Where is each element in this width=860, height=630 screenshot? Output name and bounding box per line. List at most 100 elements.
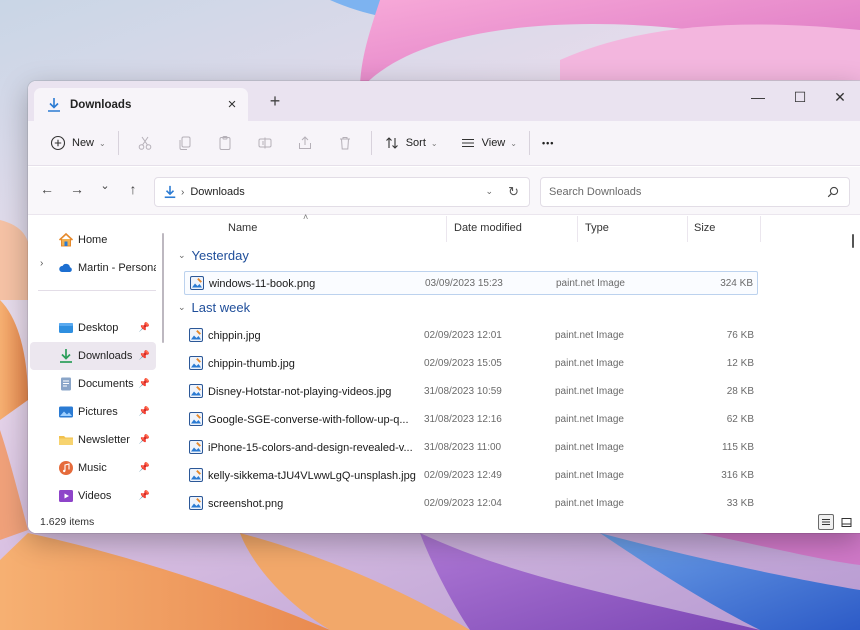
paintnet-image-icon — [189, 356, 203, 370]
chevron-down-icon: ⌄ — [510, 138, 517, 148]
column-divider[interactable] — [577, 216, 578, 242]
table-row[interactable]: Disney-Hotstar-not-playing-videos.jpg 31/… — [184, 380, 758, 404]
more-options-button[interactable]: ••• — [536, 128, 560, 158]
file-name: chippin.jpg — [208, 330, 261, 342]
paintnet-image-icon — [189, 328, 203, 342]
column-header-type[interactable]: Type — [585, 222, 609, 234]
sidebar-item-videos[interactable]: Videos 📌 — [30, 482, 156, 510]
maximize-button[interactable]: ☐ — [780, 85, 820, 109]
sidebar-item-desktop[interactable]: Desktop 📌 — [30, 314, 156, 342]
table-row[interactable]: chippin.jpg 02/09/2023 12:01 paint.net Ima… — [184, 324, 758, 348]
file-type: paint.net Image — [555, 386, 624, 397]
table-row[interactable]: kelly-sikkema-tJU4VLwwLgQ-unsplash.jpg 02… — [184, 464, 758, 488]
file-date-modified: 02/09/2023 12:01 — [424, 330, 502, 341]
plus-circle-icon — [50, 135, 66, 151]
tab-close-button[interactable]: × — [220, 96, 244, 113]
sort-button[interactable]: Sort ⌄ — [378, 128, 444, 158]
new-button[interactable]: New ⌄ — [44, 128, 112, 158]
sidebar-scrollbar[interactable] — [162, 233, 164, 343]
file-type: paint.net Image — [555, 470, 624, 481]
search-input[interactable] — [549, 186, 809, 198]
toolbar-divider — [370, 131, 372, 155]
group-header-last-week[interactable]: ⌄ Last week — [178, 300, 250, 315]
tab-downloads[interactable]: Downloads × — [34, 88, 248, 121]
forward-button[interactable]: → — [66, 181, 88, 197]
sidebar-item-label: Music — [78, 462, 107, 474]
chevron-down-icon: ⌄ — [99, 138, 106, 148]
search-icon — [827, 186, 839, 198]
pin-icon: 📌 — [138, 350, 150, 360]
details-view-button[interactable] — [818, 514, 834, 530]
file-name: iPhone-15-colors-and-design-revealed-v..… — [208, 442, 413, 454]
paintnet-image-icon — [189, 384, 203, 398]
new-tab-button[interactable]: + — [264, 91, 286, 112]
table-row[interactable]: Google-SGE-converse-with-follow-up-q... 3… — [184, 408, 758, 432]
copy-button[interactable] — [165, 128, 205, 158]
sidebar-item-home[interactable]: Home — [30, 226, 156, 254]
search-box[interactable] — [540, 177, 850, 207]
sidebar-item-label: Downloads — [78, 350, 133, 362]
address-row: ← → ⌄ ↑ › Downloads ⌄ ↻ — [28, 167, 860, 215]
close-window-button[interactable]: ✕ — [820, 85, 860, 109]
home-icon — [58, 232, 74, 247]
sort-ascending-icon: ˄ — [303, 212, 309, 222]
sidebar-item-newsletter[interactable]: Newsletter 📌 — [30, 426, 156, 454]
view-button[interactable]: View ⌄ — [454, 128, 523, 158]
share-icon — [298, 136, 311, 149]
file-list-scrollbar[interactable] — [852, 234, 854, 248]
sort-icon — [385, 137, 398, 149]
file-explorer-window: Downloads × + — ☐ ✕ New ⌄ Sort ⌄ View ⌄ … — [28, 81, 860, 533]
table-row[interactable]: iPhone-15-colors-and-design-revealed-v..… — [184, 436, 758, 460]
paintnet-image-icon — [189, 468, 203, 482]
group-label: Yesterday — [191, 248, 249, 263]
address-bar[interactable]: › Downloads ⌄ ↻ — [154, 177, 530, 207]
sidebar-item-music[interactable]: Music 📌 — [30, 454, 156, 482]
pictures-icon — [59, 406, 73, 418]
group-header-yesterday[interactable]: ⌄ Yesterday — [178, 248, 249, 263]
column-header-size[interactable]: Size — [694, 222, 715, 234]
refresh-button[interactable]: ↻ — [508, 184, 519, 200]
sidebar-item-documents[interactable]: Documents 📌 — [30, 370, 156, 398]
file-type: paint.net Image — [555, 330, 624, 341]
file-date-modified: 03/09/2023 15:23 — [425, 278, 503, 289]
tiles-view-button[interactable] — [838, 514, 854, 530]
toolbar-divider — [528, 131, 530, 155]
file-size: 12 KB — [726, 358, 754, 369]
delete-button[interactable] — [325, 128, 365, 158]
details-view-icon — [822, 519, 830, 525]
sidebar-item-onedrive[interactable]: Martin - Personal — [30, 254, 156, 282]
sidebar-item-pictures[interactable]: Pictures 📌 — [30, 398, 156, 426]
pin-icon: 📌 — [138, 462, 150, 472]
download-icon — [60, 349, 72, 363]
file-date-modified: 02/09/2023 12:04 — [424, 498, 502, 509]
breadcrumb-downloads[interactable]: Downloads — [190, 186, 244, 198]
navigation-pane: Home › Martin - Personal Desktop 📌 Downl… — [28, 216, 164, 514]
up-button[interactable]: ↑ — [122, 181, 144, 197]
back-button[interactable]: ← — [36, 181, 58, 197]
column-header-date[interactable]: Date modified — [454, 222, 522, 234]
sidebar-item-label: Pictures — [78, 406, 118, 418]
column-divider[interactable] — [760, 216, 761, 242]
chevron-down-icon: ⌄ — [430, 138, 438, 148]
sidebar-item-downloads[interactable]: Downloads 📌 — [30, 342, 156, 370]
sidebar-item-label: Documents — [78, 378, 134, 390]
table-row[interactable]: screenshot.png 02/09/2023 12:04 paint.net … — [184, 492, 758, 516]
table-row[interactable]: windows-11-book.png 03/09/2023 15:23 paint… — [184, 271, 758, 295]
share-button[interactable] — [285, 128, 325, 158]
column-divider[interactable] — [446, 216, 447, 242]
cut-button[interactable] — [125, 128, 165, 158]
recent-locations-button[interactable]: ⌄ — [94, 179, 116, 192]
file-size: 62 KB — [726, 414, 754, 425]
file-date-modified: 02/09/2023 12:49 — [424, 470, 502, 481]
minimize-button[interactable]: — — [738, 85, 778, 109]
address-history-dropdown[interactable]: ⌄ — [485, 186, 493, 197]
paste-button[interactable] — [205, 128, 245, 158]
table-row[interactable]: chippin-thumb.jpg 02/09/2023 15:05 paint.n… — [184, 352, 758, 376]
view-button-label: View — [481, 137, 506, 149]
column-header-name[interactable]: Name — [228, 222, 257, 234]
column-divider[interactable] — [687, 216, 688, 242]
view-list-icon — [461, 138, 474, 148]
file-name: Disney-Hotstar-not-playing-videos.jpg — [208, 386, 392, 398]
rename-button[interactable] — [245, 128, 285, 158]
desktop-icon — [59, 323, 73, 333]
